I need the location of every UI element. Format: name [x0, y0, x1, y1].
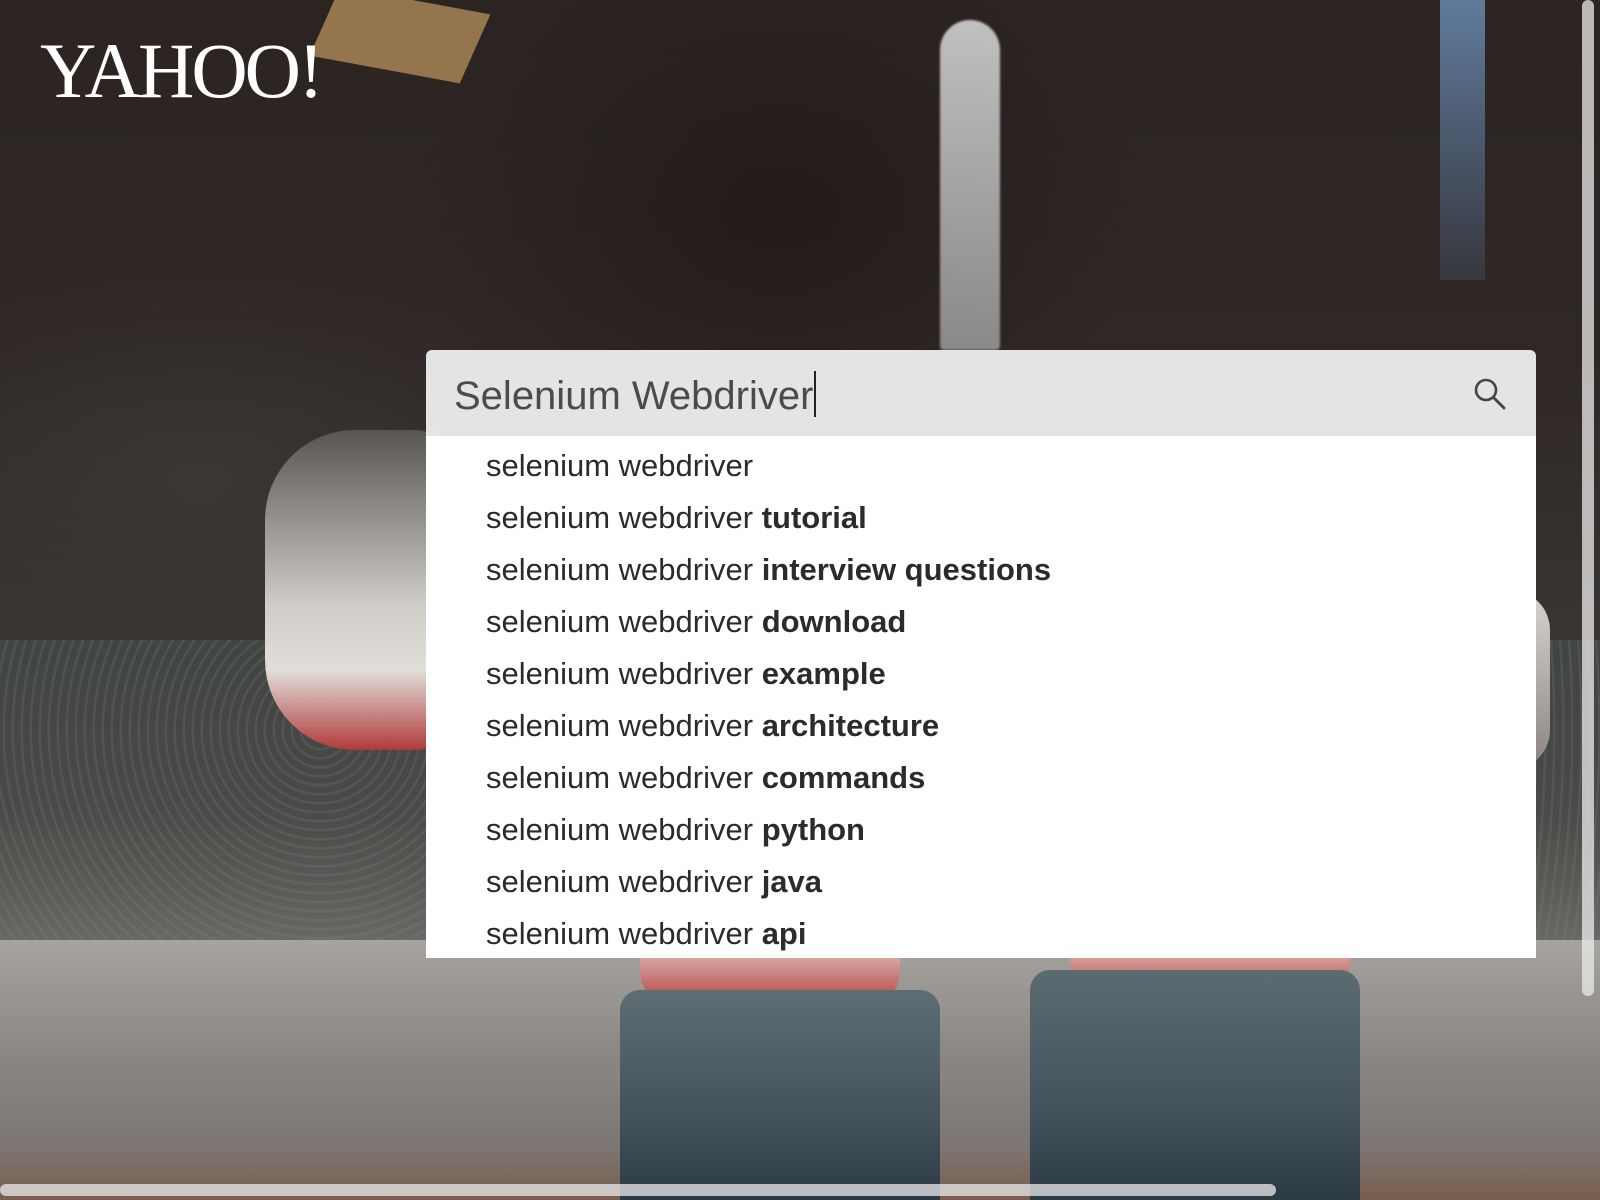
suggestion-completion: tutorial: [761, 500, 867, 535]
suggestion-prefix: selenium webdriver: [486, 552, 754, 587]
search-input-value: Selenium Webdriver: [454, 374, 814, 418]
suggestion-prefix: selenium webdriver: [486, 760, 754, 795]
suggestion-item[interactable]: selenium webdriver tutorial: [466, 492, 1536, 544]
suggestion-completion: python: [761, 812, 865, 847]
suggestion-item[interactable]: selenium webdriver download: [466, 596, 1536, 648]
suggestion-prefix: selenium webdriver: [486, 708, 754, 743]
search-input[interactable]: Selenium Webdriver: [454, 371, 817, 419]
suggestion-prefix: selenium webdriver: [486, 500, 754, 535]
background-road-stripe: [940, 20, 1000, 350]
suggestion-completion: interview questions: [761, 552, 1052, 587]
search-icon[interactable]: [1472, 376, 1508, 412]
background-jeans-right: [1030, 970, 1360, 1200]
yahoo-logo[interactable]: YAHOO!: [40, 32, 324, 110]
suggestion-completion: architecture: [761, 708, 940, 743]
suggestion-prefix: selenium webdriver: [486, 916, 754, 951]
suggestion-item[interactable]: selenium webdriver java: [466, 856, 1536, 908]
background-leaf: [309, 0, 491, 84]
search-bar: Selenium Webdriver: [426, 350, 1536, 436]
suggestion-completion: commands: [761, 760, 926, 795]
suggestion-item[interactable]: selenium webdriver example: [466, 648, 1536, 700]
text-caret: [814, 371, 817, 417]
suggestion-completion: java: [761, 864, 823, 899]
suggestion-prefix: selenium webdriver: [486, 864, 754, 899]
vertical-scrollbar[interactable]: [1582, 0, 1594, 996]
suggestion-completion: api: [761, 916, 807, 951]
suggestion-item[interactable]: selenium webdriver interview questions: [466, 544, 1536, 596]
suggestion-prefix: selenium webdriver: [486, 448, 754, 483]
suggestion-completion: example: [761, 656, 886, 691]
suggestion-prefix: selenium webdriver: [486, 656, 754, 691]
suggestion-prefix: selenium webdriver: [486, 604, 754, 639]
suggestion-item[interactable]: selenium webdriver commands: [466, 752, 1536, 804]
suggestion-item[interactable]: selenium webdriver architecture: [466, 700, 1536, 752]
suggestion-prefix: selenium webdriver: [486, 812, 754, 847]
background-reflection: [1440, 0, 1485, 280]
search-suggestions-list: selenium webdriver selenium webdriver tu…: [426, 436, 1536, 958]
background-jeans-left: [620, 990, 940, 1200]
suggestion-item[interactable]: selenium webdriver python: [466, 804, 1536, 856]
suggestion-completion: download: [761, 604, 907, 639]
suggestion-item[interactable]: selenium webdriver: [466, 440, 1536, 492]
horizontal-scrollbar[interactable]: [0, 1184, 1276, 1196]
suggestion-item[interactable]: selenium webdriver api: [466, 908, 1536, 960]
